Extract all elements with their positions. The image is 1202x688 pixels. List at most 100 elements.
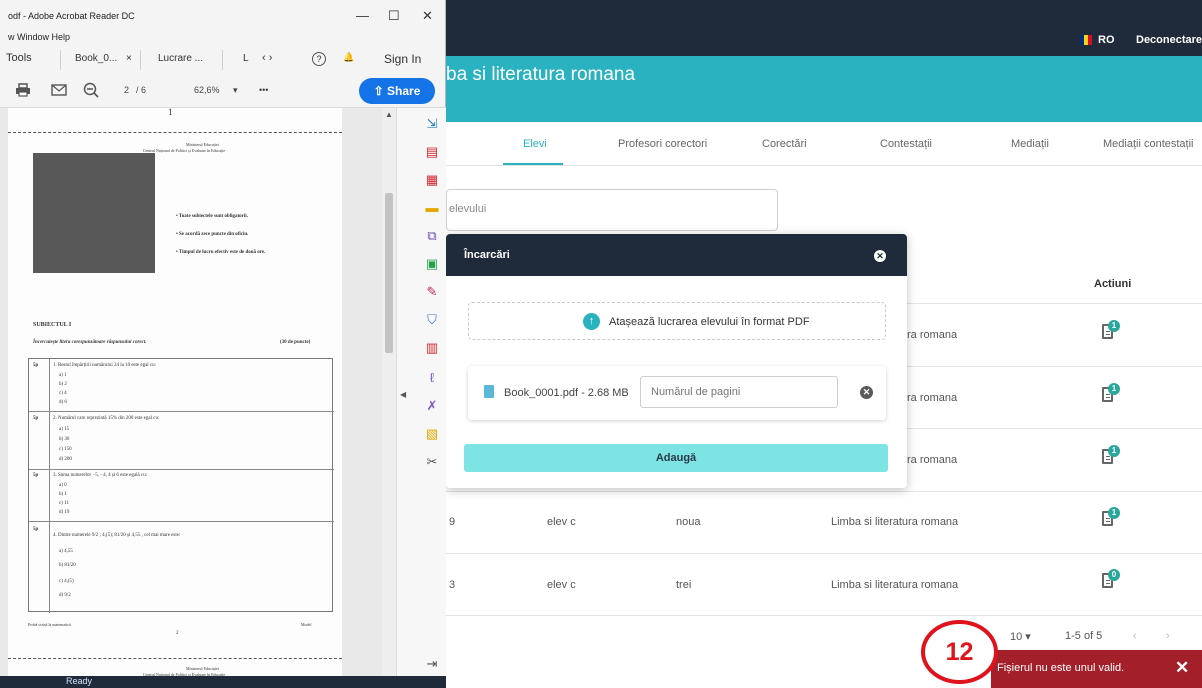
- scroll-up-icon[interactable]: ▲: [385, 110, 393, 119]
- table-row-subject: ra romana: [907, 392, 958, 404]
- page-count-input[interactable]: [640, 376, 838, 408]
- acrobat-tab-bar: Tools Book_0... × Lucrare ... L ‹ › ? 🔔 …: [0, 46, 446, 74]
- tab-contestatii[interactable]: Contestații: [880, 138, 932, 150]
- export-pdf-icon[interactable]: ⇲: [423, 116, 441, 132]
- question-divider: [29, 521, 334, 522]
- document-pane[interactable]: 1 Ministerul Educației Centrul Național …: [0, 107, 384, 688]
- zoom-level-select[interactable]: 62,6%: [194, 85, 220, 95]
- tab-lucrare[interactable]: Lucrare ...: [158, 53, 203, 64]
- tab-elevi[interactable]: Elevi: [523, 138, 547, 150]
- page-total-label: / 6: [136, 85, 147, 95]
- request-signatures-icon[interactable]: ℓ: [423, 370, 441, 385]
- email-icon[interactable]: [51, 84, 67, 96]
- question-1: 1. Restul împărțirii numărului 24 la 10 …: [53, 363, 157, 368]
- menu-bar[interactable]: w Window Help: [8, 32, 70, 42]
- compress-pdf-icon[interactable]: ▥: [423, 340, 441, 356]
- share-button[interactable]: ⇧ Share: [359, 78, 435, 104]
- notifications-bell-icon[interactable]: 🔔: [343, 52, 354, 63]
- question-4-option: b) 81/20: [59, 563, 76, 568]
- upload-document-icon[interactable]: 0: [1100, 569, 1122, 591]
- tab-scroll-arrows[interactable]: ‹ ›: [262, 52, 272, 64]
- attach-pdf-dropzone[interactable]: ↑ Atașează lucrarea elevului în format P…: [468, 302, 886, 340]
- combine-files-icon[interactable]: ⧉: [423, 228, 441, 244]
- sign-in-button[interactable]: Sign In: [384, 52, 421, 66]
- active-tab-indicator: [503, 163, 563, 165]
- upload-document-icon[interactable]: 1: [1100, 507, 1122, 529]
- current-page-field[interactable]: 2: [124, 85, 129, 95]
- question-2-option: a) 15: [59, 427, 70, 432]
- question-2-option: c) 150: [59, 447, 72, 452]
- question-4-option: c) 4,(5): [59, 579, 74, 584]
- tab-corectari[interactable]: Corectări: [762, 138, 807, 150]
- page-break-line: [8, 132, 342, 133]
- student-search-input[interactable]: elevului: [446, 189, 778, 231]
- add-button[interactable]: Adaugă: [464, 444, 888, 472]
- send-for-review-icon[interactable]: ▧: [423, 426, 441, 442]
- more-tools-icon[interactable]: ✂: [423, 454, 441, 470]
- tab-separator: [140, 50, 141, 70]
- upload-document-icon[interactable]: 1: [1100, 445, 1122, 467]
- table-row-student: elev c: [547, 516, 576, 528]
- upload-count-badge: 1: [1108, 507, 1120, 519]
- tab-close-icon[interactable]: ×: [126, 53, 132, 64]
- comment-icon[interactable]: ▬: [423, 200, 441, 215]
- logout-button[interactable]: Deconectare: [1136, 34, 1202, 46]
- tab-mediatii[interactable]: Mediații: [1011, 138, 1049, 150]
- fill-sign-icon[interactable]: ✎: [423, 284, 441, 300]
- toast-close-icon[interactable]: ✕: [1175, 658, 1189, 678]
- edit-pdf-icon[interactable]: ▦: [423, 172, 441, 188]
- rows-per-page-select[interactable]: 10 ▾: [1010, 630, 1031, 643]
- modal-title: Încarcări: [464, 249, 510, 261]
- help-icon[interactable]: ?: [312, 52, 326, 66]
- upload-document-icon[interactable]: 1: [1100, 320, 1122, 342]
- cloud-upload-icon: ↑: [583, 313, 600, 330]
- protect-icon[interactable]: ⛉: [423, 312, 441, 328]
- zoom-dropdown-chevron-icon[interactable]: ▾: [233, 85, 238, 96]
- upload-modal: Încarcări ✕ ↑ Atașează lucrarea elevului…: [446, 234, 907, 488]
- organize-pages-icon[interactable]: ▣: [423, 256, 441, 272]
- upload-count-badge: 1: [1108, 320, 1120, 332]
- tab-book[interactable]: Book_0...: [75, 53, 117, 64]
- tab-tools[interactable]: Tools: [6, 52, 32, 64]
- error-toast: Fișierul nu este unul valid. ✕: [991, 650, 1202, 688]
- collapse-rail-chevron-icon[interactable]: ◀: [400, 390, 406, 399]
- question-1-option: b) 2: [59, 382, 67, 387]
- more-options-icon[interactable]: •••: [259, 85, 268, 95]
- window-close-button[interactable]: ✕: [422, 8, 433, 24]
- row-divider: [446, 615, 1202, 616]
- modal-close-icon[interactable]: ✕: [874, 250, 886, 262]
- upload-count-badge: 1: [1108, 445, 1120, 457]
- zoom-out-icon[interactable]: [83, 82, 99, 98]
- file-icon: [484, 385, 494, 398]
- scroll-thumb[interactable]: [385, 193, 393, 353]
- table-row-number: 3: [449, 579, 456, 591]
- status-text: Ready: [66, 676, 93, 686]
- tab-profesori-corectori[interactable]: Profesori corectori: [618, 138, 707, 150]
- minimize-button[interactable]: —: [356, 8, 369, 23]
- status-bar: Ready: [0, 676, 446, 688]
- romania-flag-icon: [1080, 35, 1092, 45]
- tab-mediatii-contestatii[interactable]: Mediații contestații: [1103, 138, 1194, 150]
- prev-page-button[interactable]: ‹: [1133, 630, 1137, 642]
- attach-pdf-label: Atașează lucrarea elevului în format PDF: [609, 316, 810, 328]
- table-row-subject: ra romana: [907, 329, 958, 341]
- language-selector[interactable]: RO: [1080, 34, 1115, 46]
- maximize-button[interactable]: ☐: [388, 8, 400, 24]
- question-2-option: d) 200: [59, 457, 72, 462]
- upload-document-icon[interactable]: 1: [1100, 383, 1122, 405]
- question-3-option: d) 19: [59, 510, 70, 515]
- send-for-signature-icon[interactable]: ✗: [423, 398, 441, 414]
- tab-third[interactable]: L: [243, 53, 249, 64]
- next-page-button[interactable]: ›: [1166, 630, 1170, 642]
- page-title: ba si literatura romana: [446, 64, 636, 85]
- vertical-scrollbar[interactable]: ▲ ▼: [382, 108, 396, 688]
- section-heading: SUBIECTUL I: [33, 322, 72, 328]
- create-pdf-icon[interactable]: ▤: [423, 144, 441, 160]
- question-4: 4. Dintre numerele 9/2 ; 4,(5); 81/20 și…: [53, 533, 181, 538]
- attached-file-name: Book_0001.pdf - 2.68 MB: [504, 387, 629, 399]
- table-row-student: elev c: [547, 579, 576, 591]
- print-icon[interactable]: [15, 83, 31, 97]
- question-3-option: a) 0: [59, 483, 67, 488]
- collapse-pane-icon[interactable]: ⇥: [423, 656, 441, 672]
- remove-file-icon[interactable]: ✕: [860, 386, 873, 399]
